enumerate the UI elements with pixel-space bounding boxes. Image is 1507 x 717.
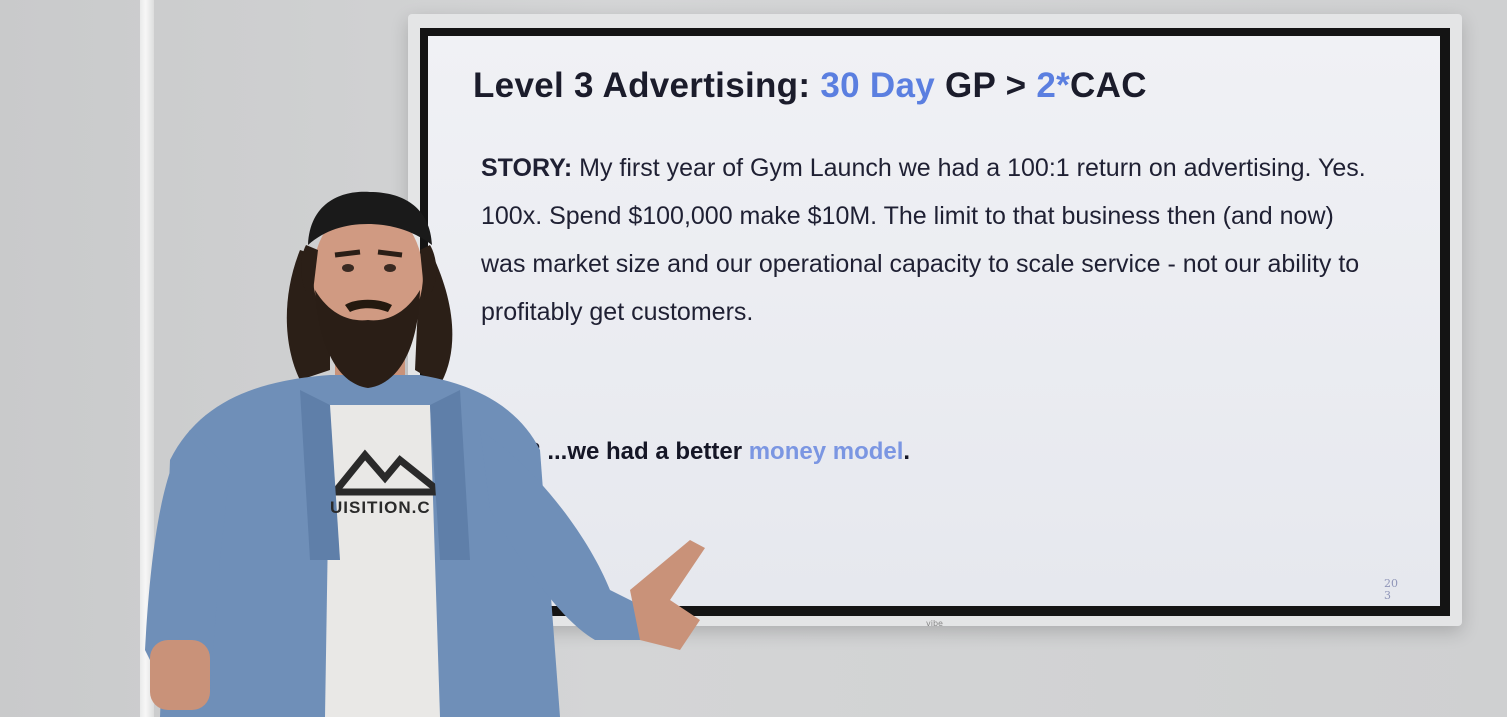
- punchline-highlight: money model: [748, 438, 904, 465]
- title-part-4: 2*: [1036, 66, 1071, 105]
- punchline-tail: .: [903, 438, 911, 465]
- page-number: 203: [1384, 577, 1398, 602]
- shirt-text: UISITION.C: [330, 498, 431, 517]
- title-part-2: 30 Day: [820, 66, 935, 105]
- tv-brand-logo: vibe: [926, 619, 943, 628]
- title-part-3: GP >: [935, 66, 1037, 105]
- presenter-figure: [145, 191, 705, 717]
- title-part-5: CAC: [1070, 66, 1147, 105]
